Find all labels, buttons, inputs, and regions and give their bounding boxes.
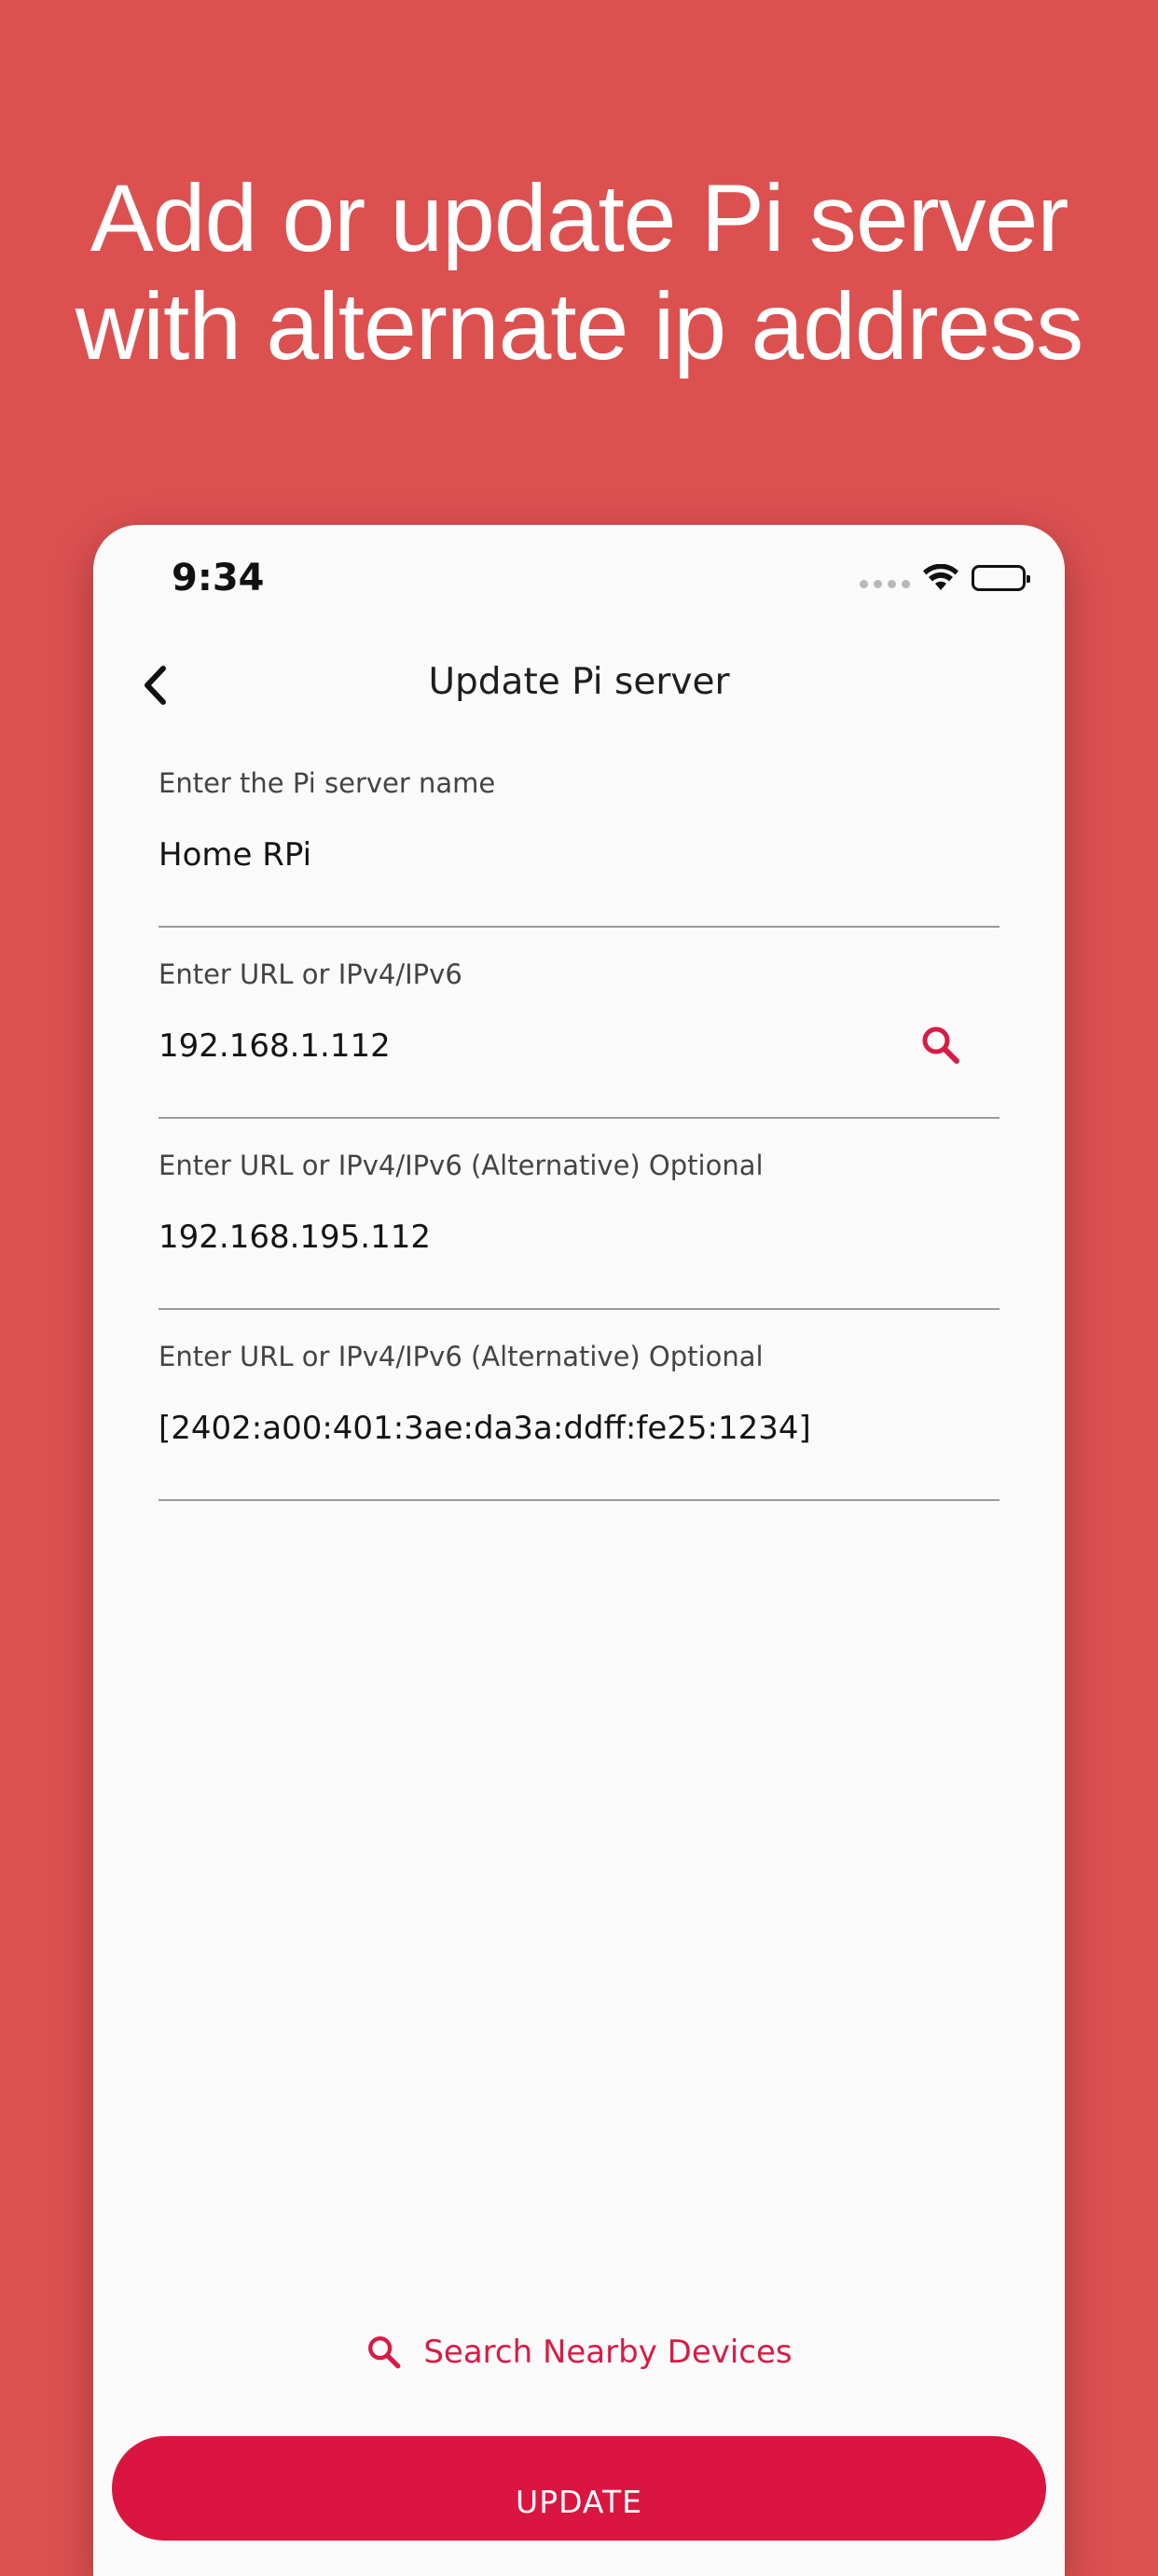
status-time: 9:34 [172, 557, 265, 599]
alternative-address-label-1: Enter URL or IPv4/IPv6 (Alternative) Opt… [159, 1150, 764, 1181]
search-nearby-devices-button[interactable]: Search Nearby Devices [93, 2334, 1065, 2371]
wifi-icon [923, 564, 958, 590]
primary-address-label: Enter URL or IPv4/IPv6 [159, 958, 462, 990]
search-nearby-devices-label: Search Nearby Devices [423, 2334, 793, 2371]
alternative-address-field-2: Enter URL or IPv4/IPv6 (Alternative) Opt… [159, 1341, 999, 1501]
promo-headline-line-2: with alternate ip address [75, 273, 1084, 379]
signal-icon [860, 568, 910, 588]
primary-address-input[interactable] [159, 1018, 923, 1074]
alternative-address-field-1: Enter URL or IPv4/IPv6 (Alternative) Opt… [159, 1150, 999, 1310]
battery-icon [972, 565, 1030, 591]
status-icons [860, 564, 1030, 592]
primary-address-field: Enter URL or IPv4/IPv6 [159, 958, 999, 1119]
search-icon[interactable] [919, 1024, 962, 1067]
update-button[interactable]: UPDATE [112, 2436, 1046, 2541]
server-name-label: Enter the Pi server name [159, 767, 496, 799]
promo-headline-line-1: Add or update Pi server [90, 165, 1069, 271]
search-icon [368, 2336, 401, 2369]
promo-headline: Add or update Pi server with alternate i… [0, 164, 1158, 380]
page-title: Update Pi server [428, 661, 730, 703]
server-name-field: Enter the Pi server name [159, 767, 999, 928]
server-name-input[interactable] [159, 827, 923, 883]
alternative-address-label-2: Enter URL or IPv4/IPv6 (Alternative) Opt… [159, 1341, 764, 1372]
phone-screen: 9:34 Update Pi server Enter the Pi serve… [93, 525, 1065, 2576]
alternative-address-input-2[interactable] [159, 1400, 923, 1456]
alternative-address-input-1[interactable] [159, 1209, 923, 1265]
